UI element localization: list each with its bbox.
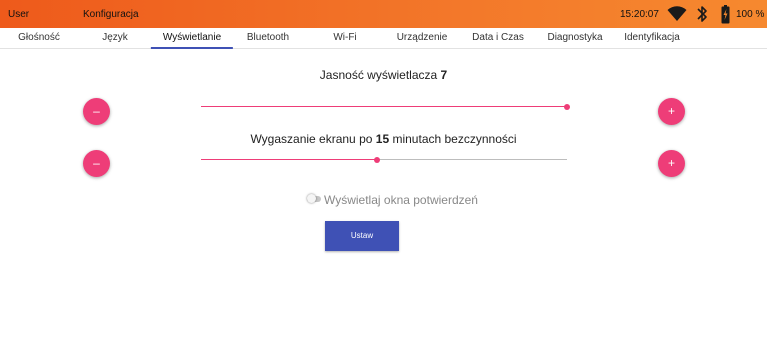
plus-icon: +	[667, 104, 675, 118]
section-title: Konfiguracja	[83, 9, 139, 20]
tab-date-time[interactable]: Data i Czas	[460, 28, 536, 49]
tab-bluetooth[interactable]: Bluetooth	[235, 28, 301, 49]
set-button[interactable]: Ustaw	[325, 221, 399, 251]
status-bar: User Konfiguracja 15:20:07 100 %	[0, 0, 767, 28]
timeout-slider[interactable]	[201, 153, 567, 167]
brightness-decrease-button[interactable]: –	[83, 98, 110, 125]
confirm-dialogs-label: Wyświetlaj okna potwierdzeń	[324, 193, 478, 207]
minus-icon: –	[93, 156, 100, 170]
user-label: User	[8, 9, 30, 20]
slider-handle[interactable]	[374, 157, 380, 163]
timeout-label-before: Wygaszanie ekranu po	[250, 132, 373, 146]
tab-device[interactable]: Urządzenie	[385, 28, 460, 49]
tab-diagnostics[interactable]: Diagnostyka	[535, 28, 614, 49]
brightness-label: Jasność wyświetlacza 7	[0, 68, 767, 82]
timeout-value: 15	[375, 132, 390, 146]
tab-identification[interactable]: Identyfikacja	[612, 28, 692, 49]
timeout-decrease-button[interactable]: –	[83, 150, 110, 177]
slider-handle[interactable]	[564, 104, 570, 110]
slider-fill	[201, 159, 377, 160]
slider-fill	[201, 106, 567, 107]
tab-display[interactable]: Wyświetlanie	[150, 28, 234, 49]
tab-bar: Głośność Język Wyświetlanie Bluetooth Wi…	[0, 28, 767, 49]
plus-icon: +	[667, 156, 675, 170]
tab-language[interactable]: Język	[90, 28, 140, 49]
battery-icon	[721, 5, 730, 27]
tab-volume[interactable]: Głośność	[6, 28, 72, 49]
wifi-icon	[667, 6, 687, 25]
timeout-label-after: minutach bezczynności	[392, 132, 517, 146]
timeout-increase-button[interactable]: +	[658, 150, 685, 177]
confirm-dialogs-toggle[interactable]	[307, 194, 321, 203]
brightness-label-text: Jasność wyświetlacza	[319, 68, 438, 82]
timeout-label: Wygaszanie ekranu po 15 minutach bezczyn…	[0, 132, 767, 146]
clock: 15:20:07	[620, 9, 659, 20]
toggle-thumb	[307, 194, 316, 203]
minus-icon: –	[93, 104, 100, 118]
bluetooth-icon	[696, 4, 708, 27]
brightness-increase-button[interactable]: +	[658, 98, 685, 125]
tab-wifi[interactable]: Wi-Fi	[321, 28, 368, 49]
brightness-slider[interactable]	[201, 100, 570, 114]
brightness-value: 7	[440, 68, 448, 82]
battery-percent: 100 %	[736, 9, 765, 20]
